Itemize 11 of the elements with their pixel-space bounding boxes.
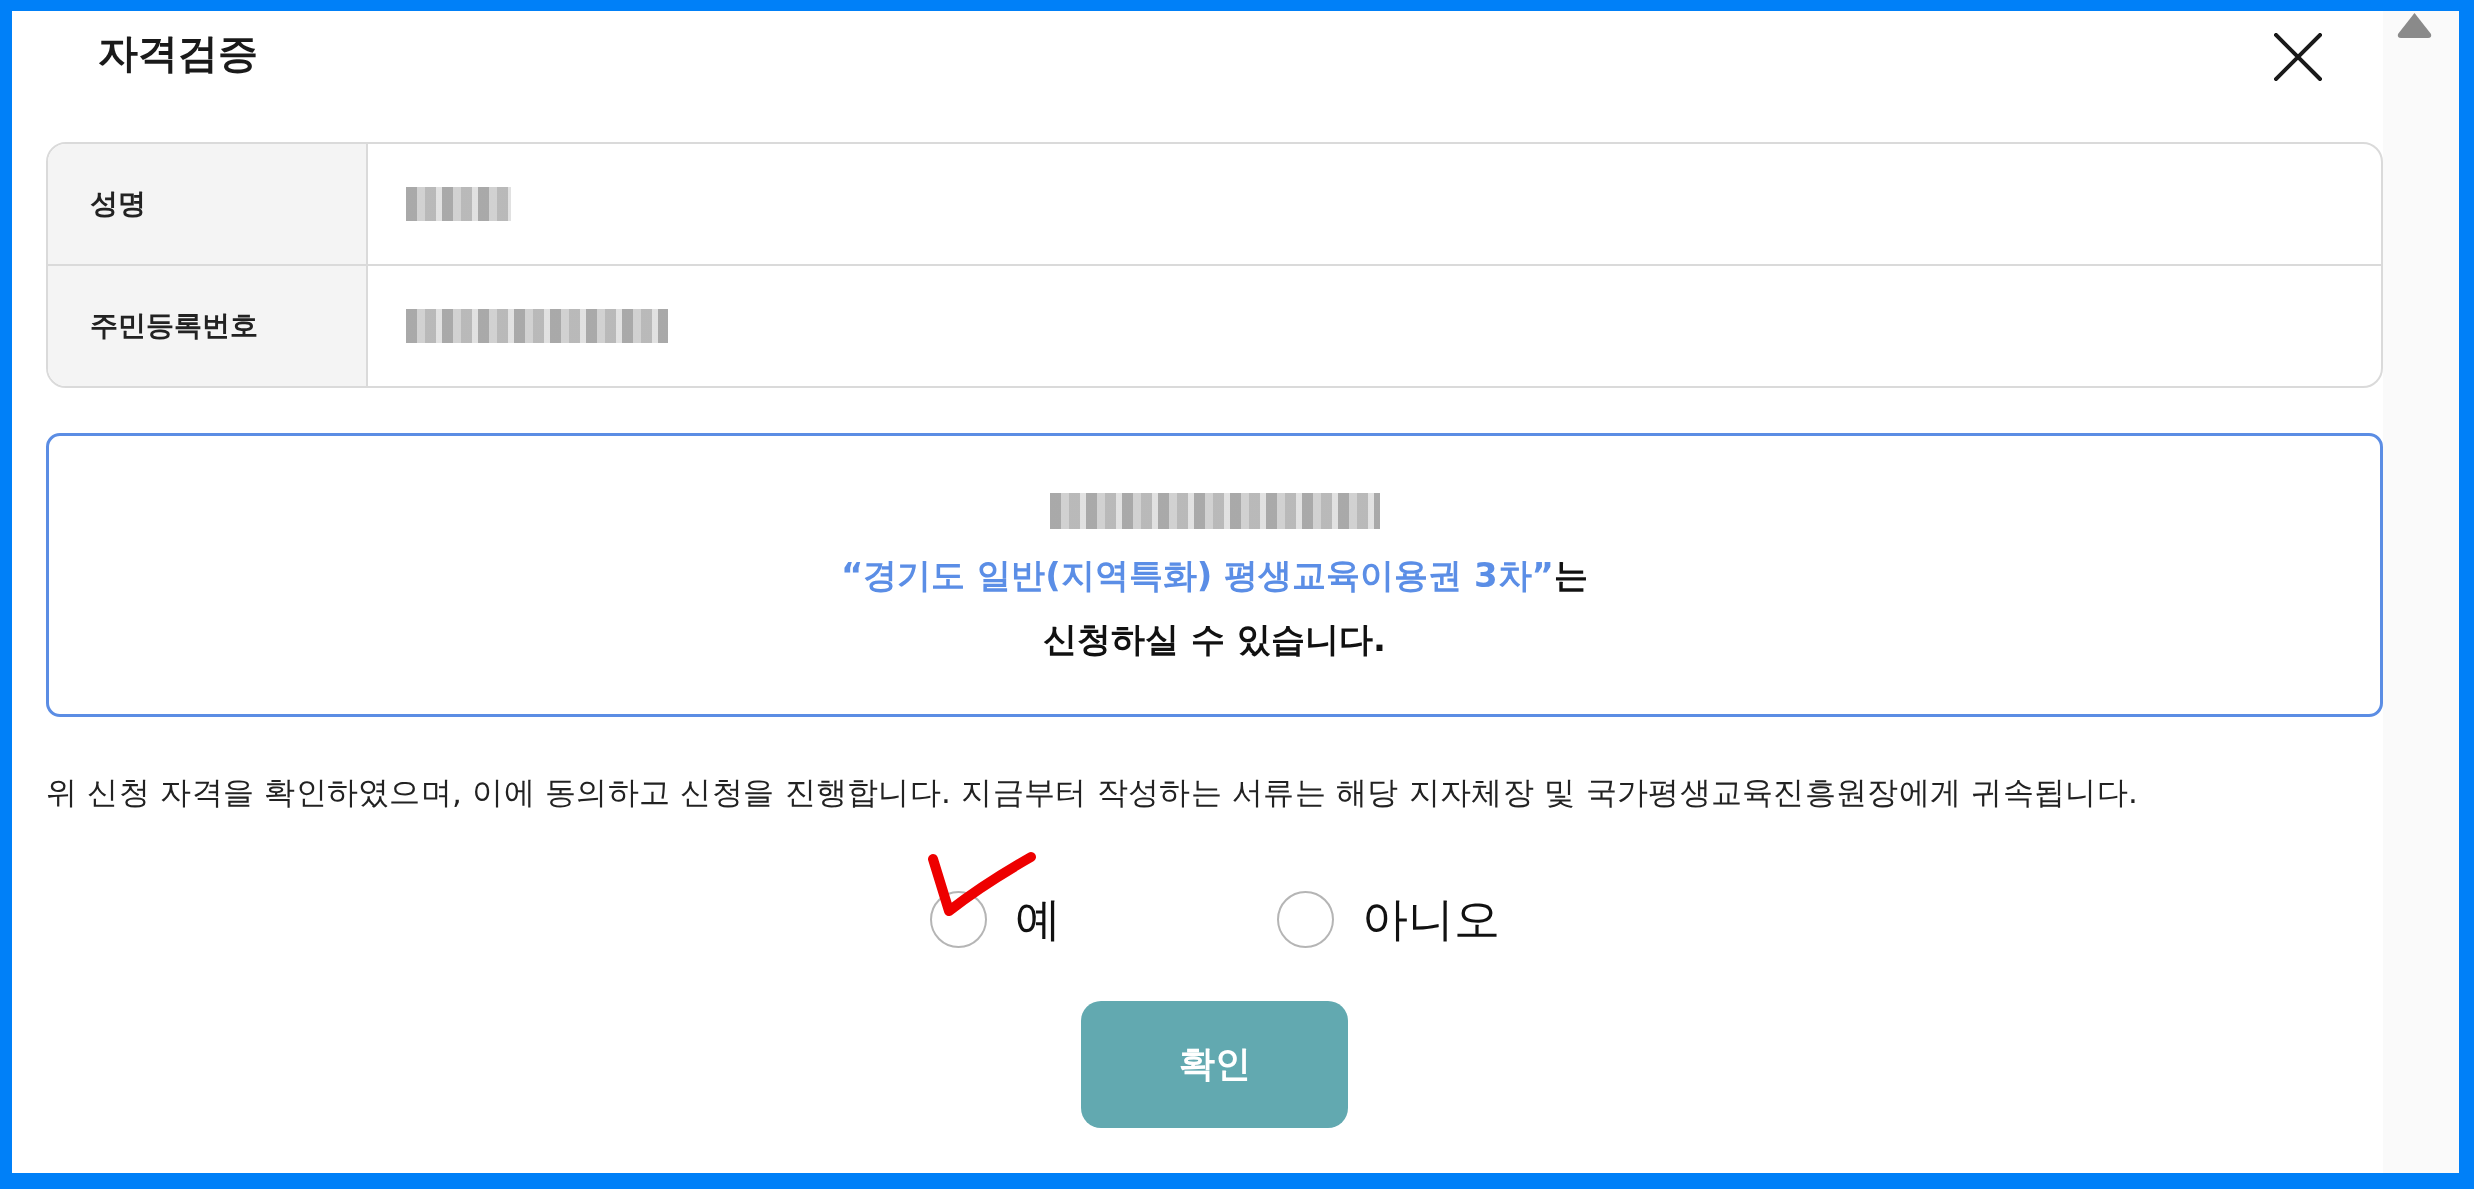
radio-button[interactable] [1276, 891, 1334, 948]
agreement-text: 위 신청 자격을 확인하였으며, 이에 동의하고 신청을 진행합니다. 지금부터 작성하는 서류는 해당 지자체장 및 국가평생교육진흥원장에게 귀속됩니다. [46, 773, 2140, 812]
eligibility-message: “경기도 일반(지역특화) 평생교육이용권 3차”는 신청하실 수 있습니다. [841, 554, 1588, 661]
dialog-title: 자격검증 [98, 29, 258, 77]
radio-label[interactable]: 예 [1014, 891, 1061, 948]
scroll-up-icon[interactable] [2397, 12, 2432, 38]
radio-label[interactable]: 아니오 [1361, 891, 1500, 948]
scrollbar-track[interactable] [2383, 11, 2459, 1173]
close-icon[interactable] [2274, 33, 2322, 81]
table-label: 성명 [48, 144, 368, 266]
table-label: 주민등록번호 [48, 266, 368, 386]
